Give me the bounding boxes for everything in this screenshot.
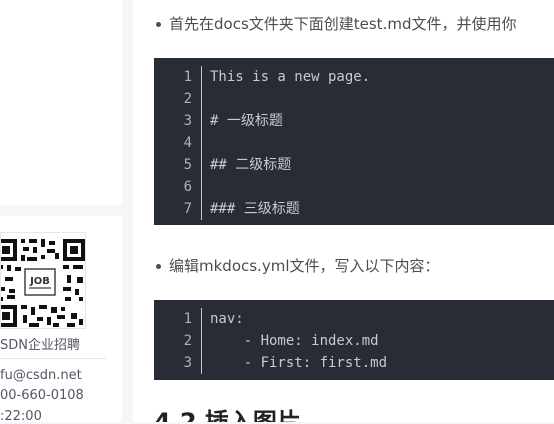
section-heading: 4.2 插入图片	[154, 408, 301, 422]
code-line: 5 ## 二级标题	[154, 154, 554, 176]
code-line: 1 This is a new page.	[154, 66, 554, 88]
sidebar-card-top	[0, 0, 122, 205]
qr-code-icon: JOB	[1, 237, 85, 328]
code-block-yaml: 1 nav: 2 - Home: index.md 3 - First: firs…	[154, 300, 554, 380]
line-number: 1	[183, 69, 192, 85]
list-item: 首先在docs文件夹下面创建test.md文件，并使用你	[155, 15, 517, 33]
line-number: 3	[183, 355, 192, 371]
code-block-markdown: 1 This is a new page. 2 3 # 一级标题 4 5 ## 二级标…	[154, 58, 554, 225]
sidebar-card-recruit: JOB SDN企业招聘 fu@csdn.net 00-660-0108 :22:…	[0, 216, 122, 424]
divider	[0, 358, 106, 359]
code-line: 4	[154, 132, 554, 154]
code-text: This is a new page.	[210, 69, 371, 85]
code-line: 2 - Home: index.md	[154, 330, 554, 352]
article-content: 首先在docs文件夹下面创建test.md文件，并使用你 1 This is a …	[133, 0, 554, 422]
line-number: 2	[183, 333, 192, 349]
code-line: 7 ### 三级标题	[154, 198, 554, 220]
code-text: - First: first.md	[210, 355, 388, 371]
code-text: nav:	[210, 311, 244, 327]
line-number: 4	[183, 135, 192, 151]
svg-text:JOB: JOB	[29, 276, 50, 287]
code-text: - Home: index.md	[210, 333, 379, 349]
code-text: ### 三级标题	[210, 201, 300, 217]
code-line: 3 - First: first.md	[154, 352, 554, 374]
code-line: 3 # 一级标题	[154, 110, 554, 132]
code-line: 2	[154, 88, 554, 110]
code-line: 6	[154, 176, 554, 198]
line-number: 2	[183, 91, 192, 107]
list-item: 编辑mkdocs.yml文件，写入以下内容：	[156, 257, 440, 275]
line-number: 6	[183, 179, 192, 195]
line-number: 1	[183, 311, 192, 327]
line-number: 3	[183, 113, 192, 129]
qr-caption: SDN企业招聘	[0, 338, 80, 353]
code-line: 1 nav:	[154, 308, 554, 330]
qr-code-image: JOB	[0, 232, 86, 329]
code-text: # 一级标题	[210, 113, 283, 129]
line-number: 5	[183, 157, 192, 173]
contact-phone: 00-660-0108	[0, 388, 84, 403]
code-text: ## 二级标题	[210, 157, 292, 173]
contact-email[interactable]: fu@csdn.net	[0, 368, 82, 383]
line-number: 7	[183, 201, 192, 217]
